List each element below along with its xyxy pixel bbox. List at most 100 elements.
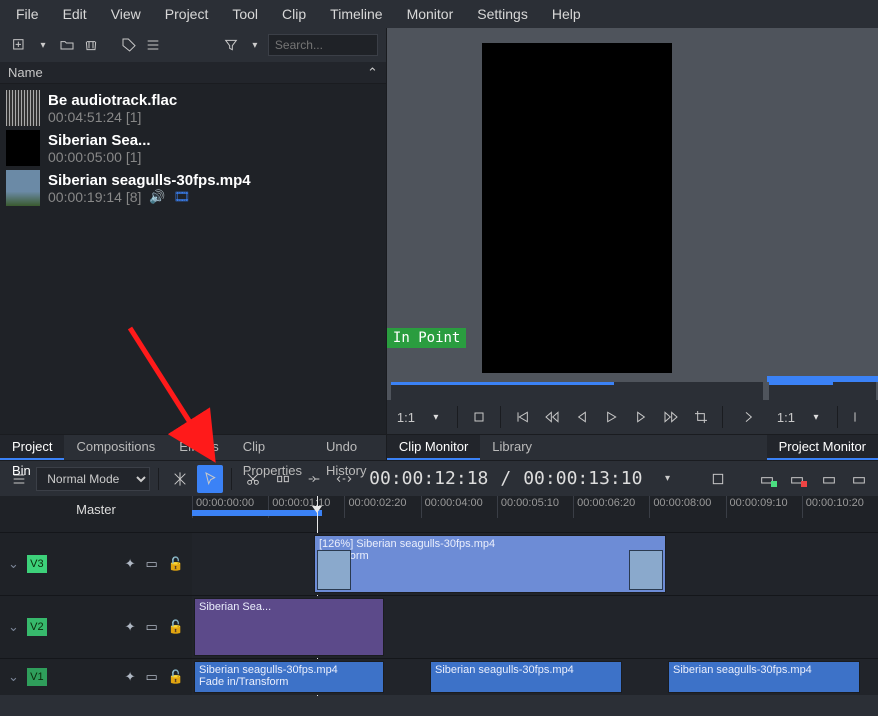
compositing-button[interactable]	[167, 465, 193, 493]
master-label[interactable]: Master	[0, 496, 192, 532]
folder-button[interactable]	[56, 34, 78, 56]
lock-icon[interactable]: 🔓	[168, 669, 184, 685]
clip-label: Siberian seagulls-30fps.mp4	[199, 664, 379, 676]
lock-icon[interactable]: 🔓	[168, 619, 184, 635]
in-point-badge: In Point	[387, 328, 466, 348]
add-clip-button[interactable]	[8, 34, 30, 56]
favorite-4-button[interactable]	[846, 465, 872, 493]
rewind-button[interactable]	[539, 404, 565, 430]
ruler-tick: 00:00:10:20	[802, 496, 878, 518]
collapse-icon[interactable]: ⌄	[8, 619, 19, 635]
clip-row[interactable]: Siberian seagulls-30fps.mp4 00:00:19:14 …	[0, 168, 386, 208]
menu-bar: File Edit View Project Tool Clip Timelin…	[0, 0, 878, 28]
tab-library[interactable]: Library	[480, 435, 544, 460]
prev-frame-button[interactable]	[569, 404, 595, 430]
track-lane[interactable]: [126%] Siberian seagulls-30fps.mp4 Trans…	[192, 533, 878, 595]
lock-icon[interactable]: 🔓	[168, 556, 184, 572]
search-input[interactable]	[268, 34, 378, 56]
project-monitor-view[interactable]	[767, 28, 878, 382]
track-tag[interactable]: V1	[27, 668, 47, 686]
timecode-position[interactable]: 00:00:12:18	[369, 468, 488, 489]
track-header[interactable]: ⌄ V1 ✦ ▭ 🔓	[0, 659, 192, 695]
edit-mode-select[interactable]: Normal Mode	[36, 467, 149, 491]
clip-name: Be audiotrack.flac	[48, 92, 177, 109]
effects-icon[interactable]: ✦	[125, 619, 136, 635]
mute-icon[interactable]: ▭	[146, 619, 158, 635]
tab-clip-monitor[interactable]: Clip Monitor	[387, 435, 480, 460]
zone-in-button[interactable]	[705, 465, 731, 493]
clip-monitor-view[interactable]: In Point	[387, 28, 767, 382]
ruler-tick: 00:00:02:20	[344, 496, 420, 518]
favorite-1-button[interactable]	[755, 465, 781, 493]
crop-button[interactable]	[688, 404, 714, 430]
collapse-icon[interactable]: ⌄	[8, 556, 19, 572]
timeline-zone[interactable]	[192, 510, 322, 516]
menu-file[interactable]: File	[4, 0, 51, 28]
favorite-3-button[interactable]	[816, 465, 842, 493]
zoom-ratio[interactable]: 1:1	[393, 410, 419, 425]
filter-button[interactable]	[220, 34, 242, 56]
set-in-button[interactable]	[466, 404, 492, 430]
menu-monitor[interactable]: Monitor	[395, 0, 466, 28]
next-frame-button[interactable]	[628, 404, 654, 430]
timeline-clip[interactable]: Siberian Sea...	[194, 598, 384, 656]
menu-project[interactable]: Project	[153, 0, 221, 28]
effects-icon[interactable]: ✦	[125, 556, 136, 572]
tag-button[interactable]	[118, 34, 140, 56]
track-tag[interactable]: V3	[27, 555, 47, 573]
timeline-clip[interactable]: Siberian seagulls-30fps.mp4	[668, 661, 860, 693]
tc-dropdown-icon[interactable]: ▾	[654, 465, 680, 493]
track-v1: ⌄ V1 ✦ ▭ 🔓 Siberian seagulls-30fps.mp4 F…	[0, 658, 878, 694]
add-dropdown-icon[interactable]: ▾	[32, 34, 54, 56]
collapse-icon[interactable]: ⌄	[8, 669, 19, 685]
list-button[interactable]	[142, 34, 164, 56]
delete-button[interactable]	[80, 34, 102, 56]
menu-timeline[interactable]: Timeline	[318, 0, 394, 28]
clip-monitor-ruler[interactable]	[391, 382, 763, 400]
ruler-tick: 00:00:04:00	[421, 496, 497, 518]
clip-row[interactable]: Siberian Sea... 00:00:05:00 [1]	[0, 128, 386, 168]
menu-help[interactable]: Help	[540, 0, 593, 28]
clip-row[interactable]: Be audiotrack.flac 00:04:51:24 [1]	[0, 88, 386, 128]
filter-dropdown-icon[interactable]: ▾	[244, 34, 266, 56]
clip-label: Siberian seagulls-30fps.mp4	[673, 664, 855, 676]
next-button[interactable]	[735, 404, 761, 430]
effects-icon[interactable]: ✦	[125, 669, 136, 685]
zoom-ratio[interactable]: 1:1	[773, 410, 799, 425]
tab-effects[interactable]: Effects	[167, 435, 231, 460]
menu-clip[interactable]: Clip	[270, 0, 318, 28]
tab-undo-history[interactable]: Undo History	[314, 435, 386, 460]
zoom-dropdown-icon[interactable]: ▾	[803, 404, 829, 430]
skip-start-button[interactable]	[846, 404, 872, 430]
tab-project-monitor[interactable]: Project Monitor	[767, 435, 878, 460]
timeline-clip[interactable]: Siberian seagulls-30fps.mp4 Fade in/Tran…	[194, 661, 384, 693]
favorite-2-button[interactable]	[785, 465, 811, 493]
menu-view[interactable]: View	[99, 0, 153, 28]
track-header[interactable]: ⌄ V3 ✦ ▭ 🔓	[0, 533, 192, 595]
menu-tool[interactable]: Tool	[220, 0, 270, 28]
mute-icon[interactable]: ▭	[146, 669, 158, 685]
project-bin-pane: ▾ ▾ Name ⌃ Be audiotrack.flac 00:04:51:2…	[0, 28, 387, 460]
timeline-clip[interactable]: Siberian seagulls-30fps.mp4	[430, 661, 622, 693]
track-tag[interactable]: V2	[27, 618, 47, 636]
bin-column-header[interactable]: Name ⌃	[0, 62, 386, 84]
track-lane[interactable]: Siberian Sea...	[192, 596, 878, 658]
zoom-dropdown-icon[interactable]: ▾	[423, 404, 449, 430]
tab-compositions[interactable]: Compositions	[64, 435, 167, 460]
mute-icon[interactable]: ▭	[146, 556, 158, 572]
timeline-clip[interactable]: [126%] Siberian seagulls-30fps.mp4 Trans…	[314, 535, 666, 593]
clip-effect: Transform	[319, 550, 661, 562]
skip-start-button[interactable]	[509, 404, 535, 430]
project-monitor-ruler[interactable]	[769, 382, 876, 400]
forward-button[interactable]	[658, 404, 684, 430]
select-tool-button[interactable]	[197, 465, 223, 493]
insert-button[interactable]	[301, 465, 327, 493]
menu-settings[interactable]: Settings	[465, 0, 540, 28]
track-header[interactable]: ⌄ V2 ✦ ▭ 🔓	[0, 596, 192, 658]
menu-edit[interactable]: Edit	[51, 0, 99, 28]
timeline-ruler[interactable]: 00:00:00:00 00:00:01:10 00:00:02:20 00:0…	[192, 496, 878, 532]
play-button[interactable]	[598, 404, 624, 430]
tab-project-bin[interactable]: Project Bin	[0, 435, 64, 460]
tab-clip-properties[interactable]: Clip Properties	[231, 435, 314, 460]
track-lane[interactable]: Siberian seagulls-30fps.mp4 Fade in/Tran…	[192, 659, 878, 695]
